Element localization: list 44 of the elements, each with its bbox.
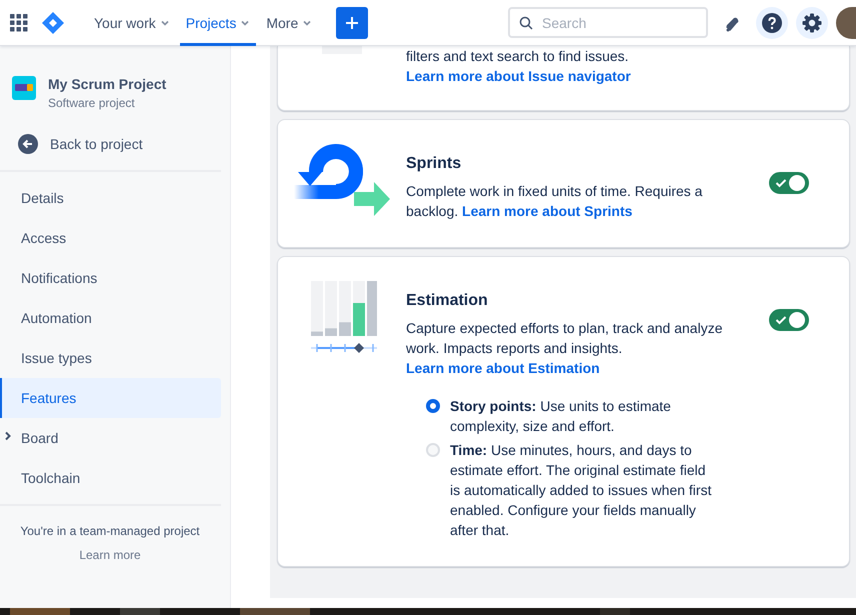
feature-title: Estimation bbox=[406, 292, 489, 310]
toggle-switch[interactable] bbox=[769, 309, 809, 331]
radio-button[interactable] bbox=[426, 399, 440, 413]
project-name: My Scrum Project bbox=[48, 76, 166, 92]
toggle-switch[interactable] bbox=[769, 172, 809, 194]
sidebar-item[interactable]: Issue types bbox=[0, 338, 221, 378]
feature-description: Complete work in fixed units of time. Requires a backlog. Learn more about Sprints bbox=[406, 182, 704, 221]
learn-more-link[interactable]: Learn more bbox=[0, 548, 230, 562]
sidebar-item[interactable]: Details bbox=[0, 178, 221, 218]
nav-tab[interactable]: Your work bbox=[88, 0, 176, 46]
sidebar-item[interactable]: Notifications bbox=[0, 258, 221, 298]
footer-text: You're in a team-managed project bbox=[19, 523, 201, 540]
feature-description: filters and text search to find issues. bbox=[406, 47, 630, 66]
illustration-drawing bbox=[322, 46, 362, 54]
help-button[interactable] bbox=[756, 6, 788, 38]
learn-more-link[interactable]: Learn more about Estimation bbox=[406, 360, 600, 376]
sidebar-item[interactable]: Toolchain bbox=[0, 458, 221, 498]
logo-icon[interactable] bbox=[42, 12, 64, 34]
project-type: Software project bbox=[48, 96, 136, 110]
search-icon bbox=[519, 16, 533, 30]
feature-title: Sprints bbox=[406, 155, 462, 173]
chevron-icon bbox=[4, 431, 12, 441]
settings-icon bbox=[802, 12, 822, 32]
settings-button[interactable] bbox=[796, 6, 828, 38]
feature-description: Capture expected efforts to plan, track and analyze work. Impacts reports and insights. bbox=[406, 319, 724, 358]
app-grid-icon[interactable] bbox=[10, 14, 28, 32]
sidebar-item[interactable]: Board bbox=[0, 418, 221, 458]
search-field[interactable]: Search bbox=[508, 7, 708, 38]
option-text: Time: Use minutes, hours, and days to estimate effort. The original estimate field is automatically added to issues when first enabled. Configure your fields manually after that. bbox=[450, 441, 712, 540]
avatar[interactable] bbox=[836, 6, 856, 38]
back-button[interactable]: Back to project bbox=[0, 130, 230, 164]
help-icon bbox=[762, 12, 782, 32]
learn-more-link[interactable]: Learn more about Issue navigator bbox=[406, 68, 631, 84]
sidebar-item[interactable]: Features bbox=[0, 378, 221, 418]
check-icon bbox=[775, 315, 787, 325]
sidebar-item[interactable]: Automation bbox=[0, 298, 221, 338]
sidebar-item[interactable]: Access bbox=[0, 218, 221, 258]
plus-icon bbox=[345, 16, 360, 30]
learn-more-link[interactable]: Learn more about Sprints bbox=[462, 203, 632, 219]
create-button[interactable] bbox=[336, 6, 368, 38]
nav-tab[interactable]: More bbox=[260, 0, 318, 46]
check-icon bbox=[775, 178, 787, 188]
project-icon bbox=[12, 76, 36, 100]
option-text: Story points: Use units to estimate complexity, size and effort. bbox=[450, 397, 672, 436]
